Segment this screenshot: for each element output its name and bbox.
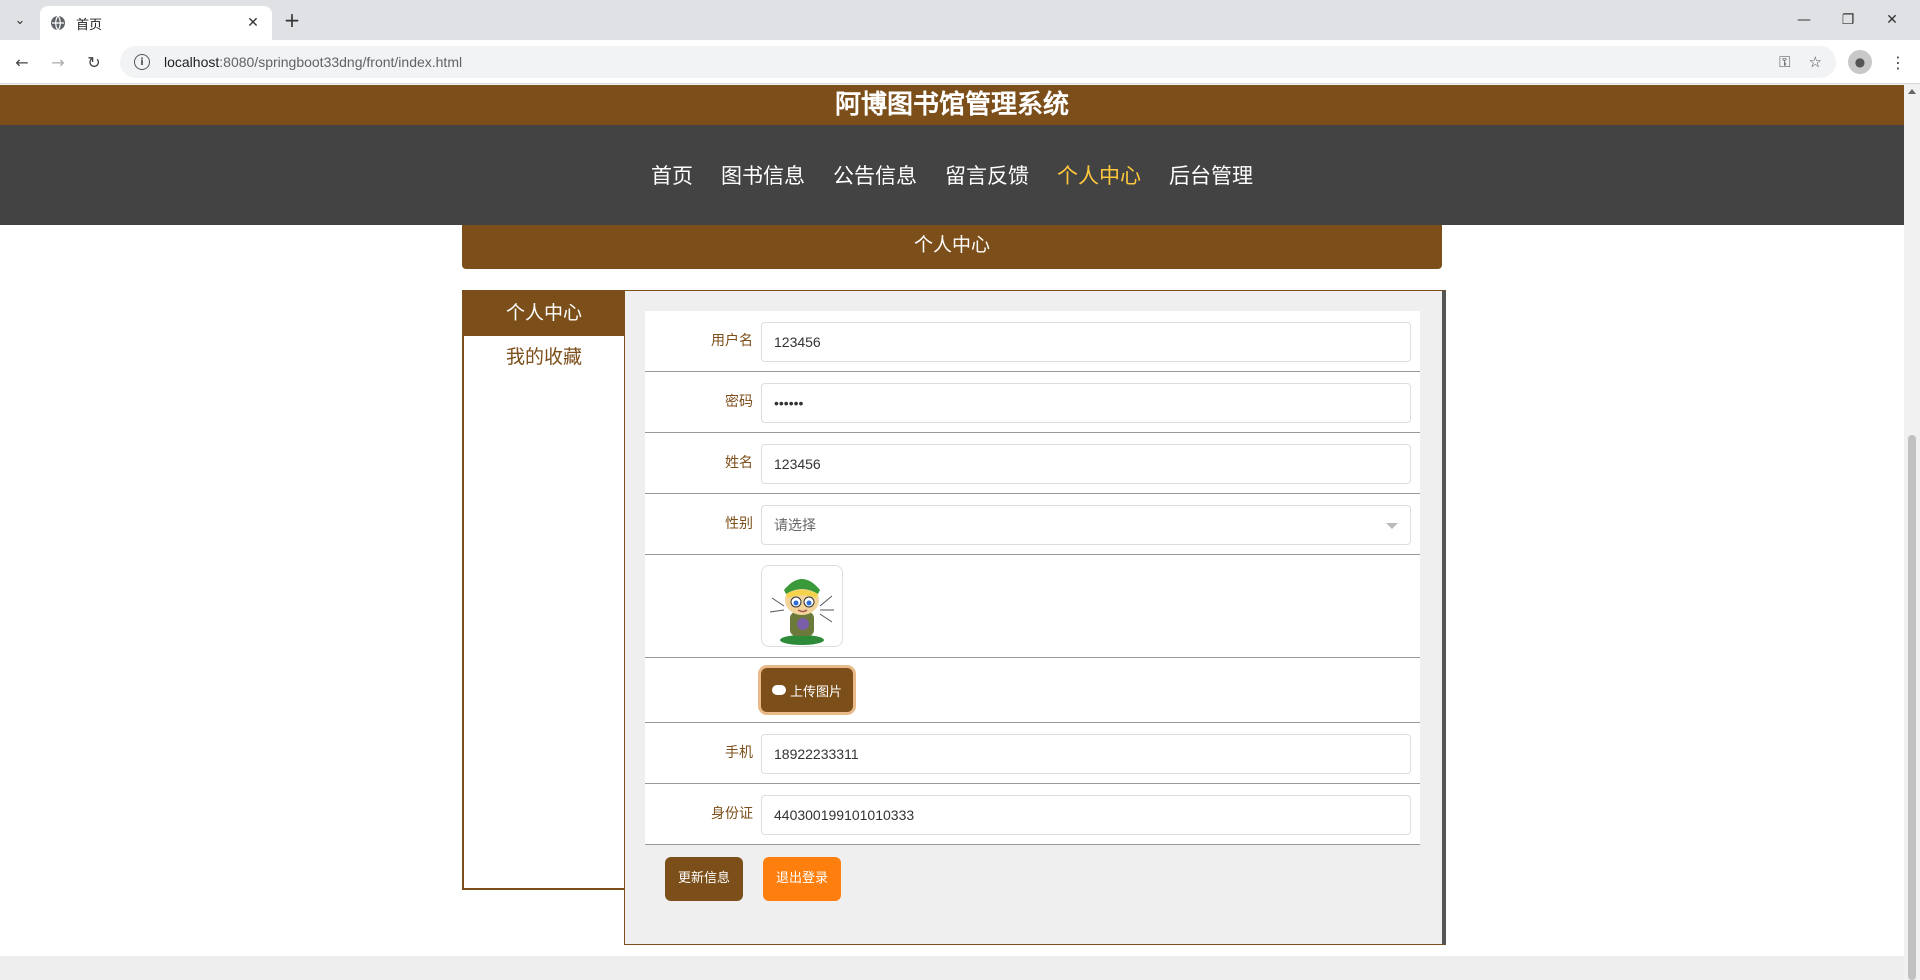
tab-search-icon[interactable]: ⌄	[8, 8, 32, 32]
profile-avatar-icon[interactable]: ●	[1848, 50, 1872, 74]
browser-tab[interactable]: 首页 ✕	[40, 6, 272, 40]
avatar-character-icon	[769, 579, 834, 645]
name-label: 姓名	[725, 455, 753, 471]
nav-item-personal-center[interactable]: 个人中心	[1043, 160, 1155, 190]
page-scrollbar[interactable]	[1904, 85, 1920, 980]
profile-form: 用户名 123456 密码 •••••• 姓名 123456 性别 请选择 上传…	[645, 311, 1420, 845]
browser-toolbar: ← → ↻ i localhost:8080/springboot33dng/f…	[0, 40, 1920, 84]
logout-button[interactable]: 退出登录	[763, 857, 841, 901]
idcard-label: 身份证	[711, 806, 753, 822]
phone-label: 手机	[725, 745, 753, 761]
password-key-icon[interactable]: ⚿	[1779, 53, 1790, 71]
site-nav: 首页 图书信息 公告信息 留言反馈 个人中心 后台管理	[0, 125, 1904, 225]
bookmark-star-icon[interactable]: ☆	[1809, 53, 1822, 71]
scrollbar-thumb[interactable]	[1908, 435, 1916, 980]
reload-icon[interactable]: ↻	[80, 48, 108, 76]
nav-item-feedback[interactable]: 留言反馈	[931, 160, 1043, 190]
footer	[0, 956, 1904, 980]
new-tab-icon[interactable]: +	[280, 8, 304, 32]
globe-icon	[51, 15, 65, 31]
form-row-avatar	[645, 555, 1420, 658]
section-title: 个人中心	[462, 225, 1442, 269]
url-text[interactable]: localhost:8080/springboot33dng/front/ind…	[164, 54, 1761, 70]
avatar-image	[761, 565, 843, 647]
form-actions: 更新信息 退出登录	[665, 857, 841, 901]
window-close-icon[interactable]: ✕	[1870, 6, 1914, 34]
gender-select-value: 请选择	[774, 517, 816, 533]
form-row-gender: 性别 请选择	[645, 494, 1420, 555]
address-bar[interactable]: i localhost:8080/springboot33dng/front/i…	[120, 46, 1836, 78]
username-input[interactable]: 123456	[761, 322, 1411, 362]
form-row-upload: 上传图片	[645, 658, 1420, 723]
idcard-input[interactable]: 440300199101010333	[761, 795, 1411, 835]
password-label: 密码	[725, 394, 753, 410]
nav-item-admin[interactable]: 后台管理	[1155, 160, 1267, 190]
profile-form-panel: 用户名 123456 密码 •••••• 姓名 123456 性别 请选择 上传…	[624, 290, 1446, 945]
gender-label: 性别	[725, 516, 753, 532]
side-item-favorites[interactable]: 我的收藏	[464, 336, 624, 380]
nav-item-home[interactable]: 首页	[637, 160, 707, 190]
back-icon[interactable]: ←	[8, 48, 36, 76]
site-header: 阿博图书馆管理系统	[0, 85, 1904, 125]
nav-item-books[interactable]: 图书信息	[707, 160, 819, 190]
site-info-icon[interactable]: i	[134, 54, 150, 70]
form-row-password: 密码 ••••••	[645, 372, 1420, 433]
form-row-username: 用户名 123456	[645, 311, 1420, 372]
restore-icon[interactable]: ❐	[1826, 6, 1870, 34]
browser-tabbar: ⌄ 首页 ✕ + — ❐ ✕	[0, 0, 1920, 40]
page-viewport: 阿博图书馆管理系统 首页 图书信息 公告信息 留言反馈 个人中心 后台管理 个人…	[0, 85, 1904, 980]
password-input[interactable]: ••••••	[761, 383, 1411, 423]
phone-input[interactable]: 18922233311	[761, 734, 1411, 774]
side-menu: 个人中心 我的收藏	[462, 290, 626, 890]
form-row-phone: 手机 18922233311	[645, 723, 1420, 784]
form-row-idcard: 身份证 440300199101010333	[645, 784, 1420, 845]
site-title: 阿博图书馆管理系统	[834, 90, 1069, 120]
side-item-personal-center[interactable]: 个人中心	[464, 292, 624, 336]
gender-select[interactable]: 请选择	[761, 505, 1411, 545]
upload-image-button[interactable]: 上传图片	[761, 668, 853, 712]
form-row-name: 姓名 123456	[645, 433, 1420, 494]
upload-button-label: 上传图片	[789, 684, 842, 700]
browser-menu-icon[interactable]: ⋮	[1890, 50, 1906, 74]
update-info-button[interactable]: 更新信息	[665, 857, 743, 901]
name-input[interactable]: 123456	[761, 444, 1411, 484]
forward-icon[interactable]: →	[44, 48, 72, 76]
chevron-down-icon	[1386, 523, 1398, 529]
minimize-icon[interactable]: —	[1782, 6, 1826, 34]
nav-item-announcements[interactable]: 公告信息	[819, 160, 931, 190]
close-tab-icon[interactable]: ✕	[244, 15, 262, 31]
tab-title: 首页	[76, 17, 103, 33]
username-label: 用户名	[711, 333, 753, 349]
scroll-up-icon[interactable]	[1908, 89, 1916, 94]
cloud-upload-icon	[771, 685, 786, 695]
